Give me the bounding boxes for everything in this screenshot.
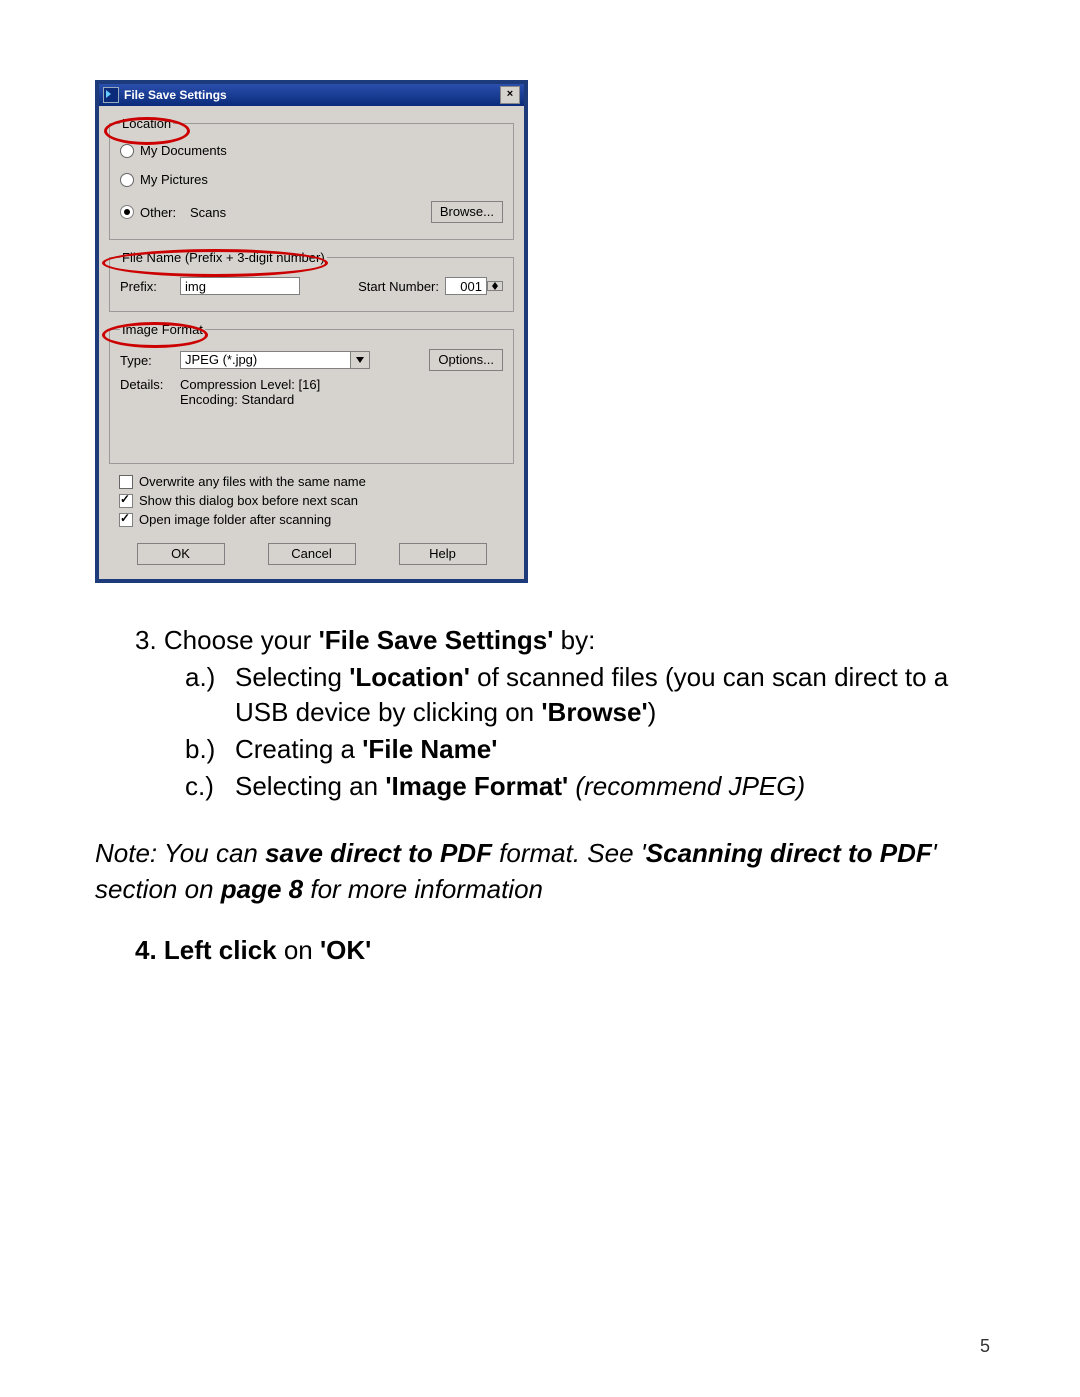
file-save-settings-screenshot: File Save Settings × Location My Documen… (95, 80, 528, 583)
image-format-group: Image Format Type: JPEG (*.jpg) Options.… (109, 322, 514, 464)
prefix-label: Prefix: (120, 279, 180, 294)
location-group: Location My Documents My Pictures Other:… (109, 116, 514, 240)
location-legend: Location (120, 116, 173, 131)
close-icon[interactable]: × (500, 86, 520, 104)
details-label: Details: (120, 377, 180, 392)
radio-my-documents[interactable] (120, 144, 134, 158)
label-show-dialog: Show this dialog box before next scan (139, 493, 358, 508)
image-format-legend: Image Format (120, 322, 205, 337)
label-other: Other: (140, 205, 190, 220)
page-number: 5 (980, 1336, 990, 1357)
options-button[interactable]: Options... (429, 349, 503, 371)
label-overwrite: Overwrite any files with the same name (139, 474, 366, 489)
start-number-spinner[interactable] (487, 281, 503, 291)
filename-group: File Name (Prefix + 3-digit number) Pref… (109, 250, 514, 312)
ok-button[interactable]: OK (137, 543, 225, 565)
type-label: Type: (120, 353, 180, 368)
other-value: Scans (190, 205, 431, 220)
browse-button[interactable]: Browse... (431, 201, 503, 223)
start-number-input[interactable] (445, 277, 487, 295)
help-button[interactable]: Help (399, 543, 487, 565)
radio-my-pictures[interactable] (120, 173, 134, 187)
label-open-folder: Open image folder after scanning (139, 512, 331, 527)
dialog-title: File Save Settings (124, 88, 227, 102)
checkbox-open-folder[interactable] (119, 513, 133, 527)
details-text: Compression Level: [16] Encoding: Standa… (180, 377, 320, 407)
dialog-titlebar: File Save Settings × (99, 84, 524, 106)
file-save-settings-dialog: File Save Settings × Location My Documen… (99, 84, 524, 579)
type-select[interactable]: JPEG (*.jpg) (180, 351, 370, 369)
prefix-input[interactable] (180, 277, 300, 295)
label-my-pictures: My Pictures (140, 172, 208, 187)
checkbox-overwrite[interactable] (119, 475, 133, 489)
cancel-button[interactable]: Cancel (268, 543, 356, 565)
radio-other[interactable] (120, 205, 134, 219)
label-my-documents: My Documents (140, 143, 227, 158)
instruction-text: 3. Choose your 'File Save Settings' by: … (95, 623, 990, 968)
start-number-label: Start Number: (358, 279, 439, 294)
checkbox-show-dialog[interactable] (119, 494, 133, 508)
chevron-down-icon (350, 351, 370, 369)
app-icon (103, 87, 119, 103)
filename-legend: File Name (Prefix + 3-digit number) (120, 250, 327, 265)
type-value: JPEG (*.jpg) (180, 351, 350, 369)
